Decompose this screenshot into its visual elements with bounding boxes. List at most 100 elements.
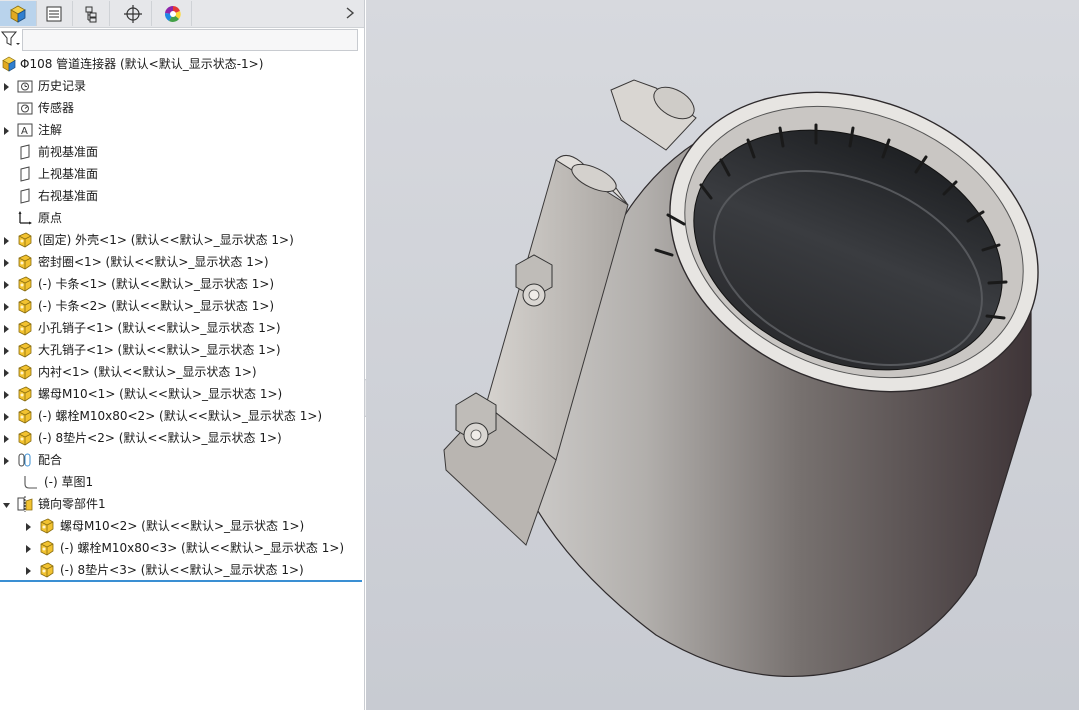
- funnel-icon: [0, 31, 20, 46]
- part-icon: [16, 319, 34, 337]
- expand-arrow-icon[interactable]: [2, 323, 10, 333]
- property-list-icon: [46, 6, 62, 21]
- feature-manager-panel: Φ108 管道连接器 (默认<默认_显示状态-1>) 历史记录传感器 A 注解前视基准…: [0, 0, 365, 710]
- plane-icon: [16, 165, 34, 183]
- tree-root[interactable]: Φ108 管道连接器 (默认<默认_显示状态-1>): [0, 53, 362, 75]
- tree-item[interactable]: 镜向零部件1: [0, 493, 362, 515]
- part-icon: [16, 341, 34, 359]
- tab-overflow-chevron[interactable]: [342, 4, 358, 22]
- tree-item[interactable]: 螺母M10<2> (默认<<默认>_显示状态 1>): [0, 515, 362, 537]
- expand-arrow-icon[interactable]: [2, 81, 10, 91]
- tree-item[interactable]: (固定) 外壳<1> (默认<<默认>_显示状态 1>): [0, 229, 362, 251]
- tree-item[interactable]: 密封圈<1> (默认<<默认>_显示状态 1>): [0, 251, 362, 273]
- tree-item-label: (-) 卡条<1> (默认<<默认>_显示状态 1>): [38, 277, 275, 291]
- mirror-components-icon: [16, 495, 34, 513]
- panel-tab-bar: [0, 0, 364, 28]
- tab-dimxpert-manager[interactable]: [115, 1, 152, 26]
- tree-item[interactable]: (-) 8垫片<3> (默认<<默认>_显示状态 1>): [0, 559, 362, 581]
- tree-item-label: (固定) 外壳<1> (默认<<默认>_显示状态 1>): [38, 233, 294, 247]
- tree-item-label: 螺母M10<2> (默认<<默认>_显示状态 1>): [60, 519, 305, 533]
- tree-item-label: 内衬<1> (默认<<默认>_显示状态 1>): [38, 365, 257, 379]
- tab-property-manager[interactable]: [36, 1, 73, 26]
- tree-item[interactable]: (-) 卡条<2> (默认<<默认>_显示状态 1>): [0, 295, 362, 317]
- tree-item[interactable]: (-) 螺栓M10x80<2> (默认<<默认>_显示状态 1>): [0, 405, 362, 427]
- tree-item[interactable]: 右视基准面: [0, 185, 362, 207]
- tree-item-label: 右视基准面: [38, 189, 99, 203]
- part-icon: [16, 253, 34, 271]
- tree-item[interactable]: (-) 草图1: [0, 471, 362, 493]
- expand-arrow-icon[interactable]: [2, 345, 10, 355]
- tree-item[interactable]: 大孔销子<1> (默认<<默认>_显示状态 1>): [0, 339, 362, 361]
- tree-item[interactable]: (-) 卡条<1> (默认<<默认>_显示状态 1>): [0, 273, 362, 295]
- part-icon: [16, 231, 34, 249]
- expand-arrow-icon[interactable]: [2, 279, 10, 289]
- color-wheel-icon: [164, 5, 181, 22]
- tab-display-manager[interactable]: [155, 1, 192, 26]
- tree-item[interactable]: (-) 8垫片<2> (默认<<默认>_显示状态 1>): [0, 427, 362, 449]
- part-icon: [16, 407, 34, 425]
- expand-arrow-icon[interactable]: [24, 543, 32, 553]
- tree-item[interactable]: (-) 螺栓M10x80<3> (默认<<默认>_显示状态 1>): [0, 537, 362, 559]
- expand-arrow-icon[interactable]: [24, 565, 32, 575]
- tree-item[interactable]: 小孔销子<1> (默认<<默认>_显示状态 1>): [0, 317, 362, 339]
- tree-item-label: 配合: [38, 453, 63, 467]
- expand-arrow-icon[interactable]: [24, 521, 32, 531]
- expand-arrow-icon[interactable]: [2, 367, 10, 377]
- tree-item[interactable]: 前视基准面: [0, 141, 362, 163]
- rollback-bar[interactable]: [0, 580, 362, 582]
- part-icon: [16, 385, 34, 403]
- plane-icon: [16, 187, 34, 205]
- graphics-viewport[interactable]: [366, 0, 1079, 710]
- tree-item-label: (-) 螺栓M10x80<2> (默认<<默认>_显示状态 1>): [38, 409, 323, 423]
- part-icon: [38, 561, 56, 579]
- tab-configuration-manager[interactable]: [73, 1, 110, 26]
- tree-item-label: 密封圈<1> (默认<<默认>_显示状态 1>): [38, 255, 269, 269]
- tab-feature-manager[interactable]: [0, 1, 37, 26]
- history-folder-icon: [16, 77, 34, 95]
- tree-item-label: 镜向零部件1: [38, 497, 106, 511]
- tree-item-label: (-) 卡条<2> (默认<<默认>_显示状态 1>): [38, 299, 275, 313]
- tree-item[interactable]: 上视基准面: [0, 163, 362, 185]
- expand-arrow-icon[interactable]: [2, 389, 10, 399]
- tree-item-label: 传感器: [38, 101, 75, 115]
- tree-item-label: 小孔销子<1> (默认<<默认>_显示状态 1>): [38, 321, 281, 335]
- tree-item-label: 上视基准面: [38, 167, 99, 181]
- tree-filter-bar: [0, 27, 358, 51]
- expand-arrow-icon[interactable]: [2, 411, 10, 421]
- collapse-arrow-icon[interactable]: [2, 499, 10, 509]
- assembly-root-icon: [0, 55, 18, 73]
- svg-text:A: A: [21, 126, 28, 137]
- tree-item[interactable]: 内衬<1> (默认<<默认>_显示状态 1>): [0, 361, 362, 383]
- tree-item[interactable]: 历史记录: [0, 75, 362, 97]
- tree-item-label: 前视基准面: [38, 145, 99, 159]
- tree-item[interactable]: 原点: [0, 207, 362, 229]
- tree-item-label: (-) 8垫片<2> (默认<<默认>_显示状态 1>): [38, 431, 282, 445]
- tree-filter-input[interactable]: [22, 29, 358, 51]
- mate-icon: [16, 451, 34, 469]
- tree-item-label: 大孔销子<1> (默认<<默认>_显示状态 1>): [38, 343, 281, 357]
- filter-button[interactable]: [0, 30, 21, 48]
- pipe-connector-3d-model[interactable]: [366, 0, 1079, 710]
- tree-item[interactable]: 螺母M10<1> (默认<<默认>_显示状态 1>): [0, 383, 362, 405]
- part-icon: [38, 517, 56, 535]
- sketch-icon: [22, 473, 40, 491]
- expand-arrow-icon[interactable]: [2, 257, 10, 267]
- expand-arrow-icon[interactable]: [2, 235, 10, 245]
- part-icon: [16, 275, 34, 293]
- expand-arrow-icon[interactable]: [2, 455, 10, 465]
- part-icon: [38, 539, 56, 557]
- tree-item-label: 螺母M10<1> (默认<<默认>_显示状态 1>): [38, 387, 283, 401]
- tree-item-label: (-) 草图1: [44, 475, 94, 489]
- chevron-right-icon: [346, 7, 355, 19]
- part-icon: [16, 429, 34, 447]
- tree-item[interactable]: 传感器: [0, 97, 362, 119]
- tree-item-label: 原点: [38, 211, 63, 225]
- part-icon: [16, 363, 34, 381]
- expand-arrow-icon[interactable]: [2, 433, 10, 443]
- tree-item[interactable]: A 注解: [0, 119, 362, 141]
- tree-item[interactable]: 配合: [0, 449, 362, 471]
- tree-item-label: 注解: [38, 123, 63, 137]
- expand-arrow-icon[interactable]: [2, 301, 10, 311]
- expand-arrow-icon[interactable]: [2, 125, 10, 135]
- tree-item-label: (-) 8垫片<3> (默认<<默认>_显示状态 1>): [60, 563, 304, 577]
